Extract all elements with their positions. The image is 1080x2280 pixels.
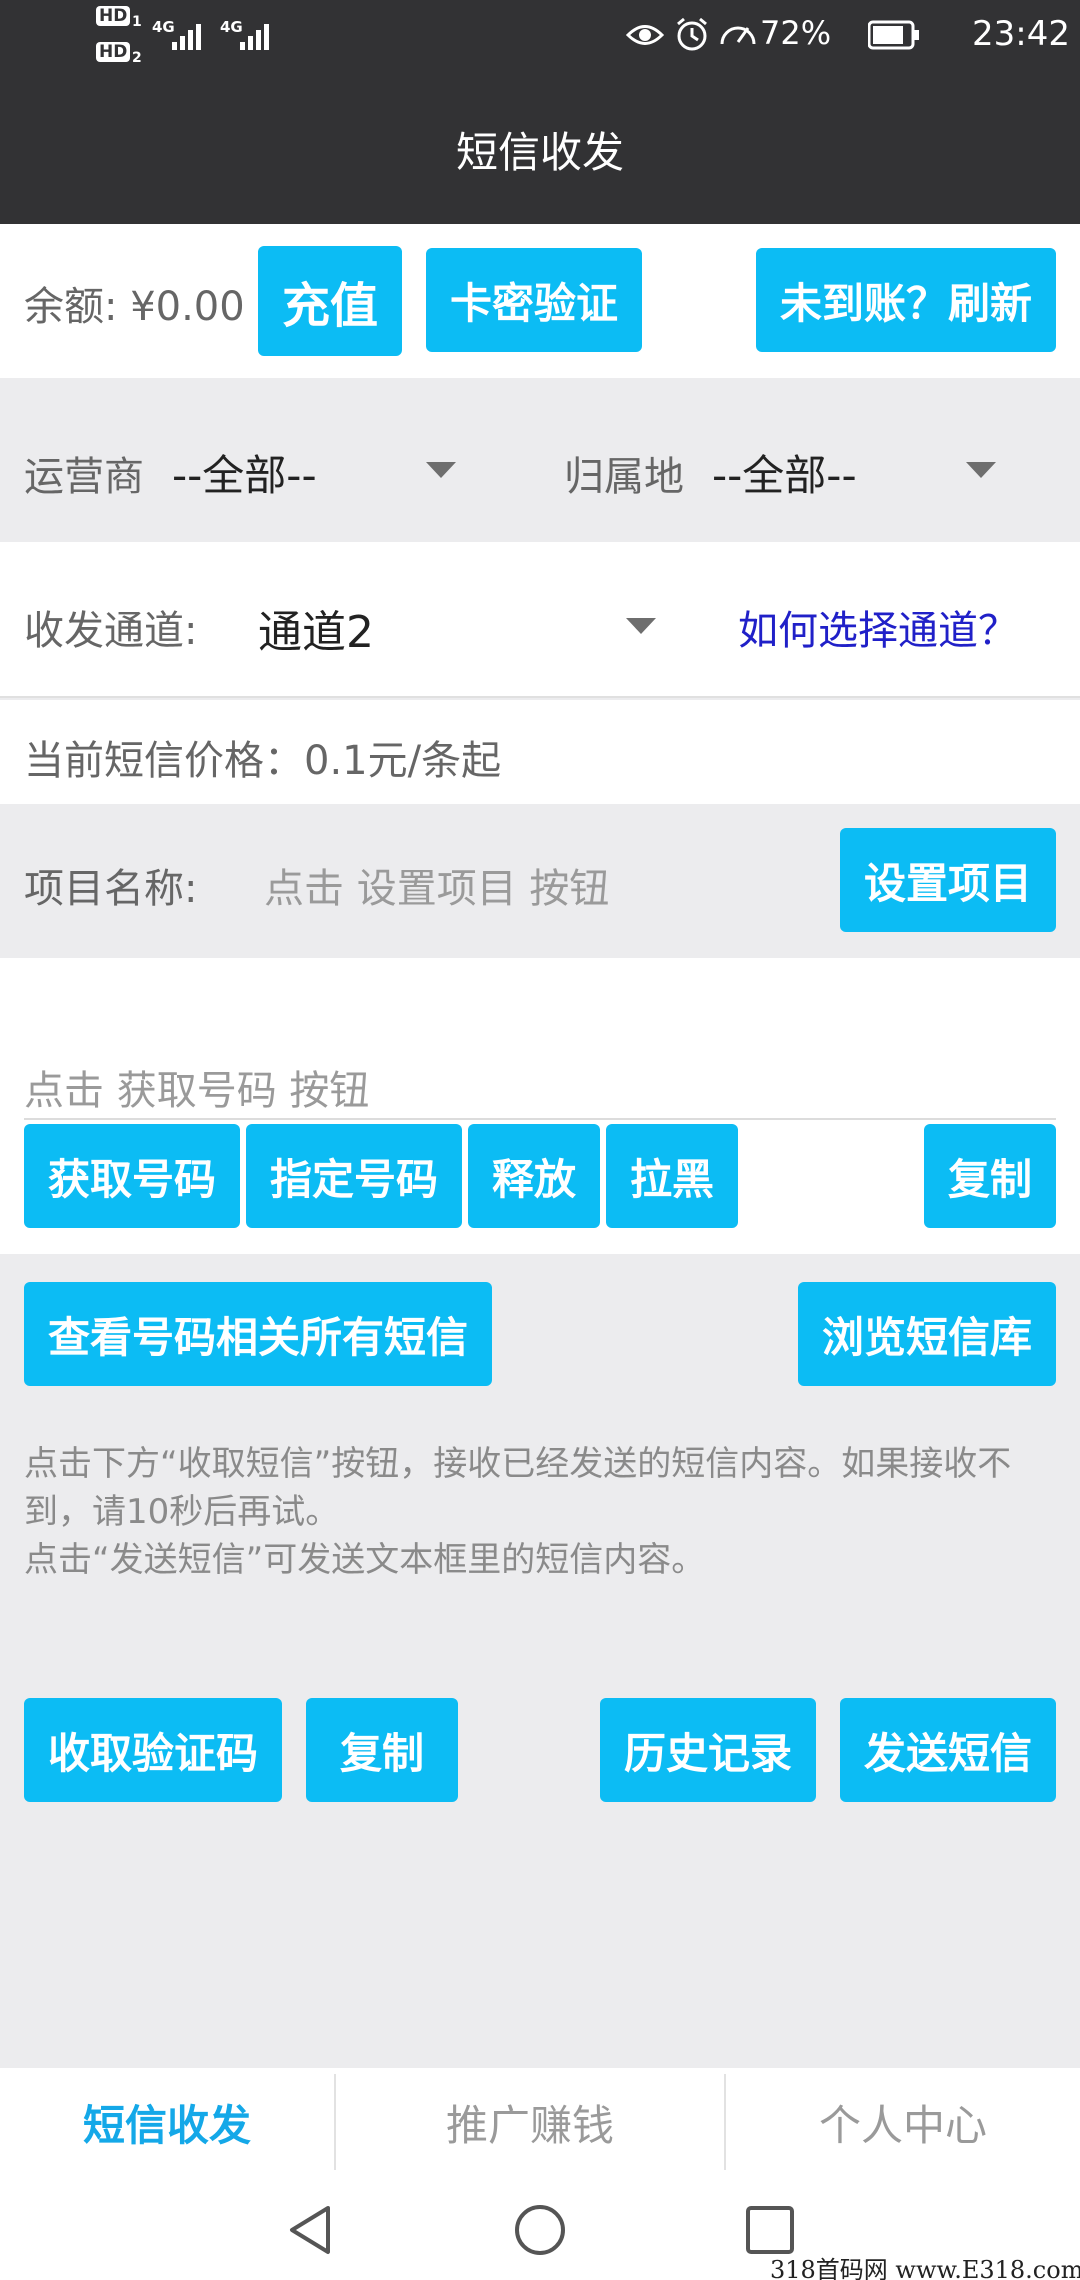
filter-row: 运营商 --全部-- 归属地 --全部--	[0, 378, 1080, 542]
channel-help-link[interactable]: 如何选择通道？	[738, 598, 1018, 656]
channel-row: 收发通道: 通道2 如何选择通道？	[0, 542, 1080, 698]
status-bar: HD 1 HD 2 4G 4G 72% 23:42	[0, 0, 1080, 74]
signal-2-icon	[240, 24, 269, 50]
carrier-value: --全部--	[172, 451, 317, 500]
carrier-dropdown-icon	[426, 462, 456, 478]
eye-icon	[626, 25, 664, 45]
sms-instructions-line-2: 点击“发送短信”可发送文本框里的短信内容。	[24, 1540, 706, 1580]
watermark: 318首码网 www.E318.com	[770, 2256, 1080, 2280]
project-name-field[interactable]: 点击 设置项目 按钮	[264, 856, 609, 914]
sms-instructions: 点击下方“收取短信”按钮，接收已经发送的短信内容。如果接收不到，请10秒后再试。…	[24, 1440, 1054, 1584]
price-row: 当前短信价格：0.1元/条起	[0, 700, 1080, 804]
tab-profile[interactable]: 个人中心	[726, 2068, 1080, 2176]
carrier-select[interactable]: --全部--	[170, 442, 470, 500]
battery-percent: 72%	[760, 14, 832, 52]
blacklist-button[interactable]: 拉黑	[606, 1124, 738, 1228]
region-select[interactable]: --全部--	[710, 442, 1010, 500]
recharge-button[interactable]: 充值	[258, 246, 402, 356]
phone-section: 点击 获取号码 按钮 获取号码 指定号码 释放 拉黑 复制	[0, 958, 1080, 1254]
hd1-badge: HD	[96, 6, 131, 26]
browse-sms-library-button[interactable]: 浏览短信库	[798, 1282, 1056, 1386]
receive-code-button[interactable]: 收取验证码	[24, 1698, 282, 1802]
back-icon[interactable]	[282, 2202, 338, 2258]
system-nav-bar: 318首码网 www.E318.com	[0, 2176, 1080, 2280]
specify-number-button[interactable]: 指定号码	[246, 1124, 462, 1228]
hd1-sub: 1	[132, 14, 142, 30]
refresh-button[interactable]: 未到账？刷新	[756, 248, 1056, 352]
release-button[interactable]: 释放	[468, 1124, 600, 1228]
get-number-button[interactable]: 获取号码	[24, 1124, 240, 1228]
sms-instructions-line-1: 点击下方“收取短信”按钮，接收已经发送的短信内容。如果接收不到，请10秒后再试。	[24, 1444, 1012, 1532]
alarm-icon	[677, 17, 707, 51]
home-icon[interactable]	[512, 2202, 568, 2258]
channel-dropdown-icon	[626, 618, 656, 634]
set-project-button[interactable]: 设置项目	[840, 828, 1056, 932]
region-dropdown-icon	[966, 462, 996, 478]
carrier-label: 运营商	[24, 454, 144, 500]
project-label: 项目名称:	[24, 866, 198, 912]
balance-label: 余额: ¥0.00	[24, 284, 245, 330]
phone-number-placeholder: 点击 获取号码 按钮	[24, 1068, 370, 1114]
copy-number-button[interactable]: 复制	[924, 1124, 1056, 1228]
speedometer-icon	[720, 26, 756, 45]
send-sms-button[interactable]: 发送短信	[840, 1698, 1056, 1802]
phone-number-field[interactable]: 点击 获取号码 按钮	[24, 1038, 1056, 1120]
hd2-badge: HD	[96, 42, 131, 62]
hd2-sub: 2	[132, 50, 142, 66]
channel-label: 收发通道:	[24, 608, 198, 654]
sms-section: 查看号码相关所有短信 浏览短信库 点击下方“收取短信”按钮，接收已经发送的短信内…	[0, 1254, 1080, 2068]
price-text: 当前短信价格：0.1元/条起	[24, 738, 502, 784]
channel-select[interactable]: 通道2	[256, 594, 666, 658]
region-label: 归属地	[564, 454, 684, 500]
project-row: 项目名称: 点击 设置项目 按钮 设置项目	[0, 804, 1080, 958]
copy-sms-button[interactable]: 复制	[306, 1698, 458, 1802]
history-button[interactable]: 历史记录	[600, 1698, 816, 1802]
region-value: --全部--	[712, 451, 857, 500]
title-bar: 短信收发	[0, 74, 1080, 224]
channel-value: 通道2	[258, 607, 374, 658]
view-all-sms-button[interactable]: 查看号码相关所有短信	[24, 1282, 492, 1386]
signal-1-icon	[172, 24, 201, 50]
tab-sms[interactable]: 短信收发	[0, 2068, 334, 2176]
card-verify-button[interactable]: 卡密验证	[426, 248, 642, 352]
tab-promote[interactable]: 推广赚钱	[336, 2068, 724, 2176]
bottom-tab-bar: 短信收发 推广赚钱 个人中心	[0, 2068, 1080, 2176]
page-title: 短信收发	[455, 127, 624, 177]
balance-row: 余额: ¥0.00 充值 卡密验证 未到账？刷新	[0, 224, 1080, 378]
clock: 23:42	[972, 14, 1070, 54]
